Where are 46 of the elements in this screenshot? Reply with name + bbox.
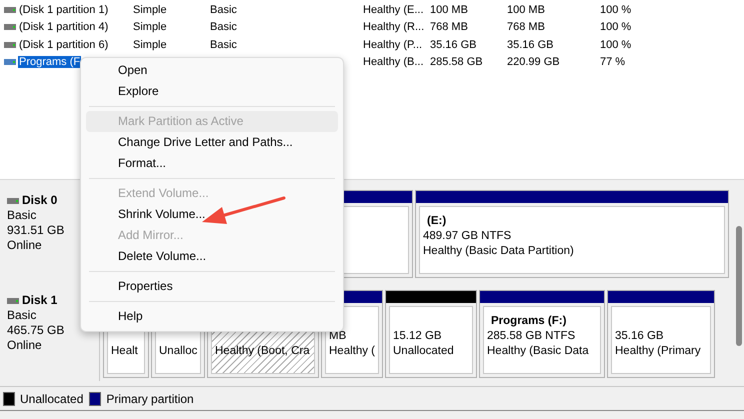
status-cell: Healthy (E... (363, 4, 424, 16)
capacity-cell: 768 MB (430, 21, 468, 34)
disk-size: 931.51 GB (7, 223, 66, 238)
free-space-cell: 220.99 GB (507, 56, 560, 68)
partition-text: Healthy (Basic Data Partition) (423, 244, 574, 259)
partition-text: 285.58 GB NTFS (487, 329, 576, 344)
status-cell: Healthy (B... (363, 56, 424, 68)
layout-cell: Simple (133, 38, 167, 51)
disk-status: Online (7, 338, 43, 353)
legend-label: Primary partition (106, 392, 194, 406)
capacity-cell: 100 MB (430, 4, 468, 16)
capacity-cell: 35.16 GB (430, 38, 476, 51)
disk-type: Basic (7, 208, 38, 223)
disk-name: Disk 1 (22, 293, 58, 308)
free-space-cell: 35.16 GB (507, 38, 554, 51)
partition-text: Healt (111, 344, 138, 359)
partition-text: Unalloc (159, 344, 198, 359)
status-cell: Healthy (R... (363, 21, 424, 34)
percent-free-cell: 77 % (600, 56, 626, 68)
disk-status: Online (7, 238, 43, 253)
percent-free-cell: 100 % (600, 38, 632, 51)
partition-text: Healthy ( (329, 344, 376, 359)
partition-title: (E:) (426, 214, 446, 229)
layout-cell: Simple (133, 21, 167, 34)
free-space-cell: 100 MB (507, 4, 545, 16)
type-cell: Basic (210, 4, 237, 16)
disk-size: 465.75 GB (7, 323, 66, 338)
free-space-cell: 768 MB (507, 21, 545, 34)
type-cell: Basic (210, 38, 237, 51)
disk-type: Basic (7, 308, 38, 323)
percent-free-cell: 100 % (600, 4, 632, 16)
partition-text: 489.97 GB NTFS (423, 229, 512, 244)
partition-text: Healthy (Basic Data (487, 344, 589, 359)
percent-free-cell: 100 % (600, 21, 632, 34)
layout-cell: Simple (133, 4, 167, 16)
disk-name: Disk 0 (22, 193, 58, 208)
status-cell: Healthy (P... (363, 38, 422, 51)
partition-text: Healthy (Primary (615, 344, 701, 359)
partition-title: Programs (F:) (490, 314, 566, 329)
partition-text: Healthy (Boot, Cra (215, 344, 310, 359)
partition-text: 35.16 GB (615, 329, 664, 344)
partition-text: 15.12 GB (393, 329, 442, 344)
partition-text: Unallocated (393, 344, 454, 359)
capacity-cell: 285.58 GB (430, 56, 483, 68)
type-cell: Basic (210, 21, 237, 34)
legend-label: Unallocated (20, 392, 84, 406)
